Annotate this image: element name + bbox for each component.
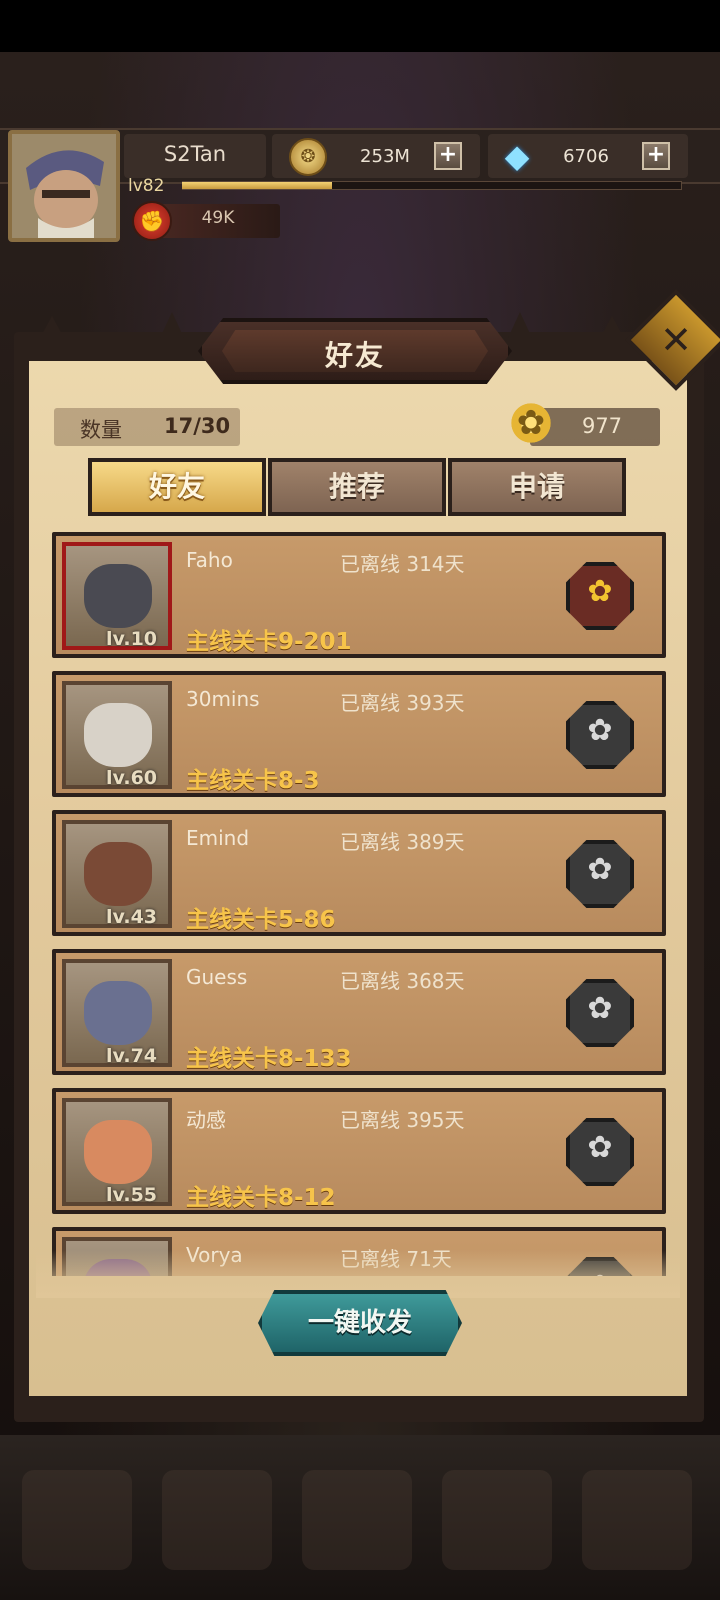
friend-level: lv.43 [106, 906, 158, 928]
friend-avatar[interactable]: lv.43 [62, 820, 172, 928]
friend-stage: 主线关卡9-201 [186, 629, 352, 655]
friend-avatar[interactable]: lv.55 [62, 1098, 172, 1206]
tab-recommended[interactable]: 推荐 [268, 458, 446, 516]
flower-gift-icon[interactable]: ✿ [566, 562, 634, 630]
friend-level: lv.74 [106, 1045, 158, 1067]
bottom-nav-slot [22, 1470, 132, 1570]
friend-last-online: 已离线 395天 [340, 1108, 465, 1132]
power-value: 49K [201, 208, 235, 228]
friend-name: 动感 [186, 1108, 226, 1132]
add-gold-button[interactable]: + [434, 142, 462, 170]
avatar-portrait-icon [84, 703, 152, 767]
friend-stage: 主线关卡8-133 [186, 1046, 352, 1072]
friend-name: Emind [186, 826, 250, 850]
avatar-portrait-icon [84, 1120, 152, 1184]
panel-spike [160, 312, 184, 338]
panel-title: 好友 [324, 339, 385, 372]
gem-icon: ◆ [504, 137, 530, 175]
close-icon[interactable]: ✕ [640, 304, 712, 376]
bottom-nav-slot [302, 1470, 412, 1570]
avatar-portrait-icon [84, 981, 152, 1045]
bottom-nav-slot [442, 1470, 552, 1570]
avatar-portrait-icon [84, 564, 152, 628]
friend-name: 30mins [186, 687, 260, 711]
friend-row[interactable]: lv.43 Emind 已离线 389天主线关卡5-86 ✿ [52, 810, 666, 936]
friend-level: lv.10 [106, 628, 158, 650]
player-portrait-icon [12, 134, 116, 238]
panel-spike [40, 316, 64, 338]
flower-gift-icon[interactable]: ✿ [566, 979, 634, 1047]
friend-last-online: 已离线 368天 [340, 969, 465, 993]
friend-row[interactable]: lv.60 30mins 已离线 393天主线关卡8-3 ✿ [52, 671, 666, 797]
flower-gift-icon[interactable]: ✿ [566, 1118, 634, 1186]
coin-icon: ❂ [289, 138, 327, 176]
avatar-portrait-icon [84, 842, 152, 906]
friend-level: lv.60 [106, 767, 158, 789]
friend-list[interactable]: lv.10 Faho 已离线 314天主线关卡9-201 ✿ lv.60 30mins 已离… [52, 532, 666, 1276]
bottom-nav-slot [582, 1470, 692, 1570]
player-name: S2Tan [163, 142, 227, 166]
xp-bar-fill [182, 182, 332, 189]
friend-count-value: 17/30 [164, 414, 231, 438]
flower-gift-icon[interactable]: ✿ [566, 701, 634, 769]
friend-row[interactable]: lv.74 Guess 已离线 368天主线关卡8-133 ✿ [52, 949, 666, 1075]
flower-gift-icon[interactable]: ✿ [566, 840, 634, 908]
player-avatar[interactable] [8, 130, 120, 242]
friend-stage: 主线关卡8-3 [186, 768, 320, 794]
add-gems-button[interactable]: + [642, 142, 670, 170]
send-receive-all-button[interactable]: 一键收发 [258, 1290, 462, 1356]
tab-friends[interactable]: 好友 [88, 458, 266, 516]
friend-last-online: 已离线 389天 [340, 830, 465, 854]
gem-value: 6706 [563, 146, 609, 167]
tab-requests[interactable]: 申请 [448, 458, 626, 516]
friend-avatar[interactable]: lv.60 [62, 681, 172, 789]
friend-stage: 主线关卡8-12 [186, 1185, 336, 1211]
flower-icon: ✿ [508, 400, 554, 446]
friend-row[interactable]: lv.10 Faho 已离线 314天主线关卡9-201 ✿ [52, 532, 666, 658]
player-level: lv82 [128, 176, 165, 196]
friend-name: Faho [186, 548, 233, 572]
status-bar [0, 0, 720, 52]
gold-value: 253M [360, 146, 410, 167]
friendship-points-value: 977 [581, 414, 623, 438]
friend-level: lv.55 [106, 1184, 158, 1206]
friend-avatar[interactable]: lv.10 [62, 542, 172, 650]
friend-last-online: 已离线 393天 [340, 691, 465, 715]
panel-spike [600, 316, 624, 338]
friend-count-label: 数量 [80, 418, 122, 442]
fist-icon: ✊ [132, 201, 172, 241]
friend-stage: 主线关卡5-86 [186, 907, 336, 933]
bottom-nav-slot [162, 1470, 272, 1570]
friend-last-online: 已离线 314天 [340, 552, 465, 576]
friend-row[interactable]: lv.55 动感 已离线 395天主线关卡8-12 ✿ [52, 1088, 666, 1214]
friend-avatar[interactable]: lv.74 [62, 959, 172, 1067]
friend-name: Guess [186, 965, 248, 989]
